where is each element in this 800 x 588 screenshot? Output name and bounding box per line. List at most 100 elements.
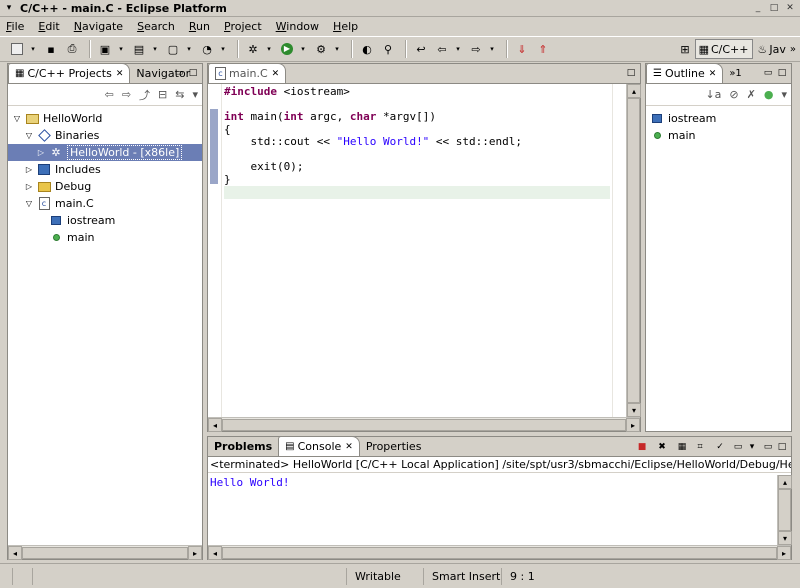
tree-item[interactable]: ▷ Debug [8,178,202,195]
more-perspectives-icon[interactable]: » [790,44,796,55]
maximize-view-icon[interactable]: □ [776,67,788,79]
menu-run[interactable]: Run [189,20,210,33]
tree-item[interactable]: main [8,229,202,246]
minimize-view-icon[interactable]: ▭ [762,67,774,79]
new-class-dropdown-icon[interactable]: ▾ [219,45,227,53]
close-tab-icon[interactable]: ✕ [709,69,717,79]
open-perspective-icon[interactable]: ⊞ [677,39,692,59]
window-menu-icon[interactable]: ▾ [2,1,16,15]
menu-help[interactable]: Help [333,20,358,33]
overview-ruler[interactable] [612,84,626,417]
run-dropdown-icon[interactable]: ▾ [299,45,307,53]
menu-navigate[interactable]: Navigate [74,20,123,33]
search-icon[interactable]: ⚲ [379,40,397,58]
hide-nonpublic-icon[interactable]: ● [764,88,774,101]
tree-item[interactable]: iostream [8,212,202,229]
scroll-track[interactable] [222,546,777,559]
code-line[interactable]: } [224,173,610,187]
terminate-icon[interactable]: ■ [636,441,648,453]
scroll-right-icon[interactable]: ▸ [626,417,640,432]
close-tab-icon[interactable]: ✕ [272,69,280,79]
menu-window[interactable]: Window [276,20,319,33]
close-icon[interactable]: ✕ [784,2,796,14]
debug-icon[interactable]: ✲ [244,40,262,58]
tree-item[interactable]: ▽ HelloWorld [8,110,202,127]
tab-console[interactable]: ▤ Console ✕ [278,436,360,456]
minimize-view-icon[interactable]: ▭ [173,67,185,79]
run-icon[interactable]: ▶ [278,40,296,58]
display-console-dropdown-icon[interactable]: ▾ [746,441,758,453]
minimize-view-icon[interactable]: ▭ [762,441,774,453]
minimize-icon[interactable]: _ [752,2,764,14]
new-file-dropdown-icon[interactable]: ▾ [185,45,193,53]
tree-item[interactable]: ▷ Includes [8,161,202,178]
maximize-view-icon[interactable]: □ [187,67,199,79]
close-tab-icon[interactable]: ✕ [345,442,353,452]
menu-edit[interactable]: Edit [38,20,59,33]
debug-dropdown-icon[interactable]: ▾ [265,45,273,53]
hide-static-icon[interactable]: ✗ [747,88,756,101]
view-menu-icon[interactable]: ▾ [192,88,198,101]
outline-item[interactable]: main [646,127,791,144]
expanded-twisty-icon[interactable]: ▽ [12,114,22,123]
forward-icon[interactable]: ⇨ [467,40,485,58]
scroll-lock-icon[interactable]: ⌗ [694,441,706,453]
collapsed-twisty-icon[interactable]: ▷ [24,165,34,174]
new-icon[interactable] [8,40,26,58]
maximize-editor-icon[interactable]: □ [625,67,637,79]
close-tab-icon[interactable]: ✕ [116,69,124,79]
pin-console-icon[interactable]: ✓ [714,441,726,453]
console-output-area[interactable]: Hello World! ▴ ▾ ◂ ▸ [208,475,792,560]
display-console-icon[interactable]: ▭ [732,441,744,453]
code-line[interactable]: #include <iostream> [224,85,610,99]
clear-console-icon[interactable]: ▦ [676,441,688,453]
remove-launches-icon[interactable]: ✖ [656,441,668,453]
menu-project[interactable]: Project [224,20,262,33]
scroll-track[interactable] [627,98,640,403]
tree-item[interactable]: ▽ Binaries [8,127,202,144]
perspective-java-button[interactable]: ♨ Jav [755,39,789,59]
collapse-all-icon[interactable]: ⊟ [158,88,167,101]
scroll-left-icon[interactable]: ◂ [8,545,22,560]
scroll-down-icon[interactable]: ▾ [627,403,641,417]
back-dropdown-icon[interactable]: ▾ [454,45,462,53]
tab-properties[interactable]: Properties [360,437,428,456]
code-text[interactable]: #include <iostream> int main(int argc, ch… [224,84,610,417]
new-folder-dropdown-icon[interactable]: ▾ [151,45,159,53]
scroll-up-icon[interactable]: ▴ [778,475,792,489]
scroll-right-icon[interactable]: ▸ [188,545,202,560]
perspective-cpp-button[interactable]: ▦ C/C++ [694,39,753,59]
next-annotation-icon[interactable]: ⇓ [513,40,531,58]
tab-main-c[interactable]: c main.C ✕ [208,63,287,83]
back-icon[interactable]: ⇦ [105,88,114,101]
tab-problems[interactable]: Problems [208,437,278,456]
new-class-icon[interactable]: ◔ [198,40,216,58]
vertical-ruler[interactable] [208,84,222,417]
up-icon[interactable]: ⤴ [139,87,150,103]
tree-item[interactable]: ▽ c main.C [8,195,202,212]
view-menu-icon[interactable]: ▾ [781,88,787,101]
print-icon[interactable]: ⎙ [63,40,81,58]
expanded-twisty-icon[interactable]: ▽ [24,131,34,140]
code-line[interactable]: int main(int argc, char *argv[]) [224,110,610,124]
new-dropdown-icon[interactable]: ▾ [29,45,37,53]
editor-hscrollbar[interactable]: ◂ ▸ [208,417,640,432]
scroll-up-icon[interactable]: ▴ [627,84,641,98]
tree-item[interactable]: ▷ ✲ HelloWorld - [x86le] [8,144,202,161]
external-tools-icon[interactable]: ⚙ [312,40,330,58]
forward-dropdown-icon[interactable]: ▾ [488,45,496,53]
previous-annotation-icon[interactable]: ⇑ [534,40,552,58]
new-folder-icon[interactable]: ▤ [130,40,148,58]
menu-search[interactable]: Search [137,20,175,33]
tab-cpp-projects[interactable]: ▦ C/C++ Projects ✕ [8,63,131,83]
external-tools-dropdown-icon[interactable]: ▾ [333,45,341,53]
new-file-icon[interactable]: ▢ [164,40,182,58]
menu-file[interactable]: File [6,20,24,33]
projects-hscrollbar[interactable]: ◂ ▸ [8,545,202,560]
scroll-track[interactable] [222,418,626,431]
outline-item[interactable]: iostream [646,110,791,127]
editor-body[interactable]: #include <iostream> int main(int argc, ch… [208,84,641,432]
new-project-icon[interactable]: ▣ [96,40,114,58]
scroll-down-icon[interactable]: ▾ [778,531,792,545]
scroll-track[interactable] [22,546,188,559]
